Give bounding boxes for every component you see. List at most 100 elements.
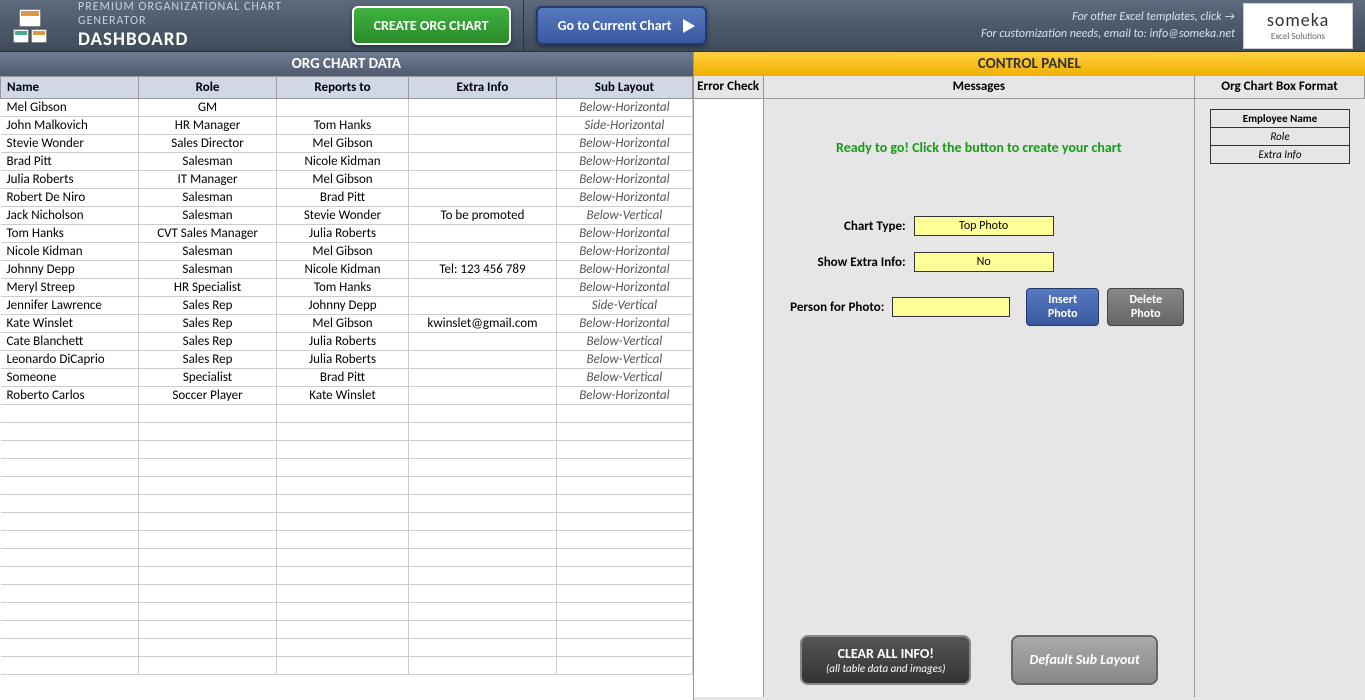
table-cell[interactable] [408,657,556,675]
table-cell[interactable] [1,567,139,585]
table-row[interactable]: Julia RobertsIT ManagerMel GibsonBelow-H… [1,171,693,189]
table-cell[interactable] [408,351,556,369]
table-cell[interactable]: Jennifer Lawrence [1,297,139,315]
table-row-empty[interactable] [1,405,693,423]
table-cell[interactable]: Tel: 123 456 789 [408,261,556,279]
table-cell[interactable] [408,441,556,459]
table-cell[interactable]: Roberto Carlos [1,387,139,405]
table-row-empty[interactable] [1,495,693,513]
table-cell[interactable] [557,567,692,585]
table-cell[interactable]: Julia Roberts [1,171,139,189]
table-cell[interactable]: John Malkovich [1,117,139,135]
table-cell[interactable] [408,369,556,387]
table-cell[interactable]: Brad Pitt [1,153,139,171]
table-row[interactable]: Mel GibsonGMBelow-Horizontal [1,99,693,117]
table-cell[interactable]: Julia Roberts [277,351,408,369]
table-cell[interactable] [277,495,408,513]
table-cell[interactable] [277,441,408,459]
table-row[interactable]: Robert De NiroSalesmanBrad PittBelow-Hor… [1,189,693,207]
table-cell[interactable]: Brad Pitt [277,369,408,387]
table-row-empty[interactable] [1,459,693,477]
table-cell[interactable] [1,621,139,639]
table-cell[interactable] [408,567,556,585]
table-cell[interactable] [138,621,277,639]
table-cell[interactable] [277,567,408,585]
table-cell[interactable]: Jack Nicholson [1,207,139,225]
table-cell[interactable] [557,405,692,423]
table-cell[interactable] [1,441,139,459]
table-cell[interactable] [557,549,692,567]
table-row[interactable]: Tom HanksCVT Sales ManagerJulia RobertsB… [1,225,693,243]
table-cell[interactable] [277,477,408,495]
table-cell[interactable]: Below-Vertical [557,369,692,387]
table-row-empty[interactable] [1,567,693,585]
table-row[interactable]: Jennifer LawrenceSales RepJohnny DeppSid… [1,297,693,315]
table-cell[interactable] [408,297,556,315]
table-cell[interactable]: Meryl Streep [1,279,139,297]
table-cell[interactable]: Leonardo DiCaprio [1,351,139,369]
table-cell[interactable] [557,639,692,657]
default-sub-layout-button[interactable]: Default Sub Layout [1011,635,1157,685]
table-cell[interactable] [557,477,692,495]
table-row-empty[interactable] [1,477,693,495]
person-photo-input[interactable] [892,297,1010,317]
table-cell[interactable]: Below-Horizontal [557,261,692,279]
table-cell[interactable] [277,549,408,567]
table-cell[interactable] [557,531,692,549]
table-cell[interactable] [408,117,556,135]
table-cell[interactable] [408,621,556,639]
table-cell[interactable] [557,441,692,459]
table-cell[interactable]: Below-Horizontal [557,135,692,153]
table-cell[interactable] [277,657,408,675]
table-cell[interactable]: Salesman [138,153,277,171]
table-cell[interactable] [1,495,139,513]
table-cell[interactable]: Stevie Wonder [277,207,408,225]
table-row[interactable]: Kate WinsletSales RepMel Gibsonkwinslet@… [1,315,693,333]
table-cell[interactable] [408,387,556,405]
table-cell[interactable]: Robert De Niro [1,189,139,207]
table-row[interactable]: Nicole KidmanSalesmanMel GibsonBelow-Hor… [1,243,693,261]
table-cell[interactable]: To be promoted [408,207,556,225]
table-cell[interactable] [408,477,556,495]
table-cell[interactable]: Nicole Kidman [277,261,408,279]
table-cell[interactable]: Sales Rep [138,297,277,315]
table-cell[interactable]: Below-Horizontal [557,153,692,171]
table-row-empty[interactable] [1,549,693,567]
table-cell[interactable] [138,639,277,657]
table-cell[interactable]: Mel Gibson [1,99,139,117]
table-row-empty[interactable] [1,531,693,549]
table-cell[interactable] [557,657,692,675]
table-row[interactable]: Leonardo DiCaprioSales RepJulia RobertsB… [1,351,693,369]
table-cell[interactable]: Cate Blanchett [1,333,139,351]
table-cell[interactable] [1,603,139,621]
table-cell[interactable]: kwinslet@gmail.com [408,315,556,333]
table-cell[interactable]: Johnny Depp [1,261,139,279]
table-cell[interactable]: Sales Rep [138,333,277,351]
table-row[interactable]: John MalkovichHR ManagerTom HanksSide-Ho… [1,117,693,135]
table-cell[interactable] [138,531,277,549]
table-cell[interactable]: Tom Hanks [277,279,408,297]
table-cell[interactable]: Below-Horizontal [557,171,692,189]
table-cell[interactable]: Below-Horizontal [557,189,692,207]
table-cell[interactable] [557,603,692,621]
table-cell[interactable] [408,279,556,297]
table-cell[interactable]: Salesman [138,189,277,207]
table-cell[interactable] [408,405,556,423]
table-cell[interactable] [408,333,556,351]
table-cell[interactable] [408,495,556,513]
create-org-chart-button[interactable]: CREATE ORG CHART [352,6,511,45]
table-cell[interactable]: Mel Gibson [277,135,408,153]
table-row[interactable]: Jack NicholsonSalesmanStevie WonderTo be… [1,207,693,225]
table-cell[interactable] [408,513,556,531]
table-cell[interactable]: Salesman [138,207,277,225]
table-cell[interactable] [277,621,408,639]
table-row-empty[interactable] [1,423,693,441]
table-cell[interactable] [1,657,139,675]
table-cell[interactable]: Side-Horizontal [557,117,692,135]
table-cell[interactable]: Tom Hanks [1,225,139,243]
table-cell[interactable]: GM [138,99,277,117]
table-row[interactable]: Brad PittSalesmanNicole KidmanBelow-Hori… [1,153,693,171]
table-row[interactable]: Cate BlanchettSales RepJulia RobertsBelo… [1,333,693,351]
table-cell[interactable] [408,225,556,243]
table-cell[interactable]: Mel Gibson [277,243,408,261]
